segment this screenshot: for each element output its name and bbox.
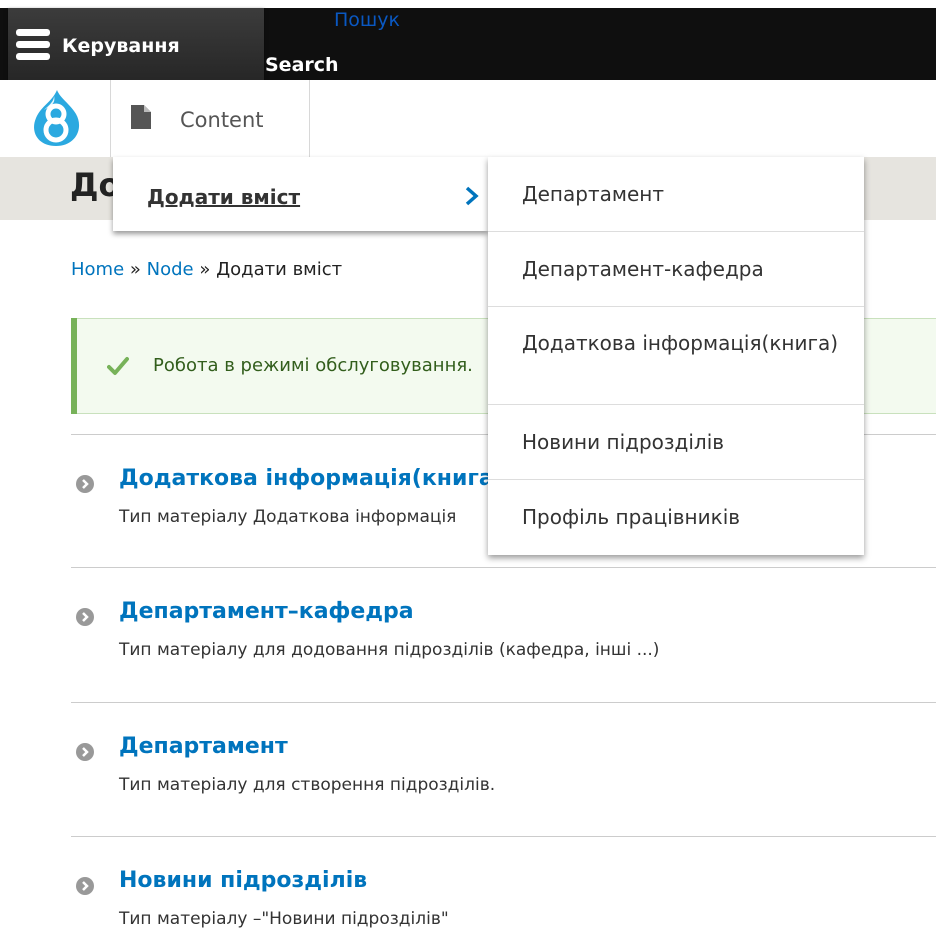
content-type-description: Тип матеріалу для створення підрозділів. bbox=[119, 775, 496, 795]
arrow-circle-icon bbox=[76, 475, 94, 493]
content-label: Content bbox=[180, 108, 264, 132]
menu-item-label: Додати вміст bbox=[147, 185, 301, 209]
status-accent bbox=[71, 318, 77, 414]
submenu-item-label: Департамент bbox=[522, 182, 664, 206]
submenu-item[interactable]: Департамент-кафедра bbox=[488, 232, 864, 307]
search-tab[interactable]: Search bbox=[265, 53, 339, 77]
submenu-item[interactable]: Новини підрозділів bbox=[488, 405, 864, 480]
content-type-description: Тип матеріалу Додаткова інформація bbox=[119, 507, 457, 527]
content-type-link[interactable]: Додаткова інформація(книга) bbox=[119, 464, 504, 494]
content-tab[interactable]: Content bbox=[111, 80, 310, 157]
arrow-circle-icon bbox=[76, 608, 94, 626]
list-item: Департамент Тип матеріалу для створення … bbox=[71, 702, 936, 835]
manage-label: Керування bbox=[62, 35, 180, 57]
breadcrumb-current: Додати вміст bbox=[216, 259, 343, 280]
list-item: Новини підрозділів Тип матеріалу –"Новин… bbox=[71, 836, 936, 936]
submenu-item[interactable]: Профіль працівників bbox=[488, 480, 864, 555]
breadcrumb-node[interactable]: Node bbox=[147, 259, 194, 280]
chevron-right-icon bbox=[465, 186, 479, 206]
hamburger-icon bbox=[16, 27, 50, 61]
content-type-description: Тип матеріалу –"Новини підрозділів" bbox=[119, 909, 449, 929]
toolbar-tray: Content bbox=[0, 80, 936, 158]
submenu-item-label: Департамент-кафедра bbox=[522, 257, 764, 281]
submenu: Департамент Департамент-кафедра Додатков… bbox=[488, 157, 864, 555]
submenu-item-label: Профіль працівників bbox=[522, 505, 741, 529]
breadcrumb-separator: » bbox=[199, 259, 211, 280]
document-icon bbox=[131, 105, 151, 129]
content-type-link[interactable]: Департамент–кафедра bbox=[119, 597, 414, 627]
content-type-link[interactable]: Новини підрозділів bbox=[119, 866, 367, 896]
submenu-item-label: Додаткова інформація(книга) bbox=[522, 331, 839, 355]
admin-toolbar: Керування Пошук Search bbox=[0, 0, 936, 82]
arrow-circle-icon bbox=[76, 877, 94, 895]
manage-tab[interactable]: Керування bbox=[8, 8, 264, 82]
search-link[interactable]: Пошук bbox=[334, 8, 400, 32]
submenu-item-label: Новини підрозділів bbox=[522, 430, 725, 454]
content-type-link[interactable]: Департамент bbox=[119, 732, 288, 762]
menu-item-add-content[interactable]: Додати вміст bbox=[113, 157, 488, 231]
breadcrumb-separator: » bbox=[129, 259, 141, 280]
drupal-logo[interactable] bbox=[24, 86, 88, 150]
arrow-circle-icon bbox=[76, 743, 94, 761]
status-text: Робота в режимі обслуговування. bbox=[153, 355, 473, 376]
list-item: Департамент–кафедра Тип матеріалу для до… bbox=[71, 567, 936, 700]
submenu-item[interactable]: Додаткова інформація(книга) bbox=[488, 307, 864, 405]
content-type-description: Тип матеріалу для додовання підрозділів … bbox=[119, 640, 660, 660]
submenu-item[interactable]: Департамент bbox=[488, 157, 864, 232]
breadcrumb-home[interactable]: Home bbox=[71, 259, 124, 280]
check-icon bbox=[107, 357, 129, 375]
breadcrumb: Home » Node » Додати вміст bbox=[71, 257, 342, 283]
